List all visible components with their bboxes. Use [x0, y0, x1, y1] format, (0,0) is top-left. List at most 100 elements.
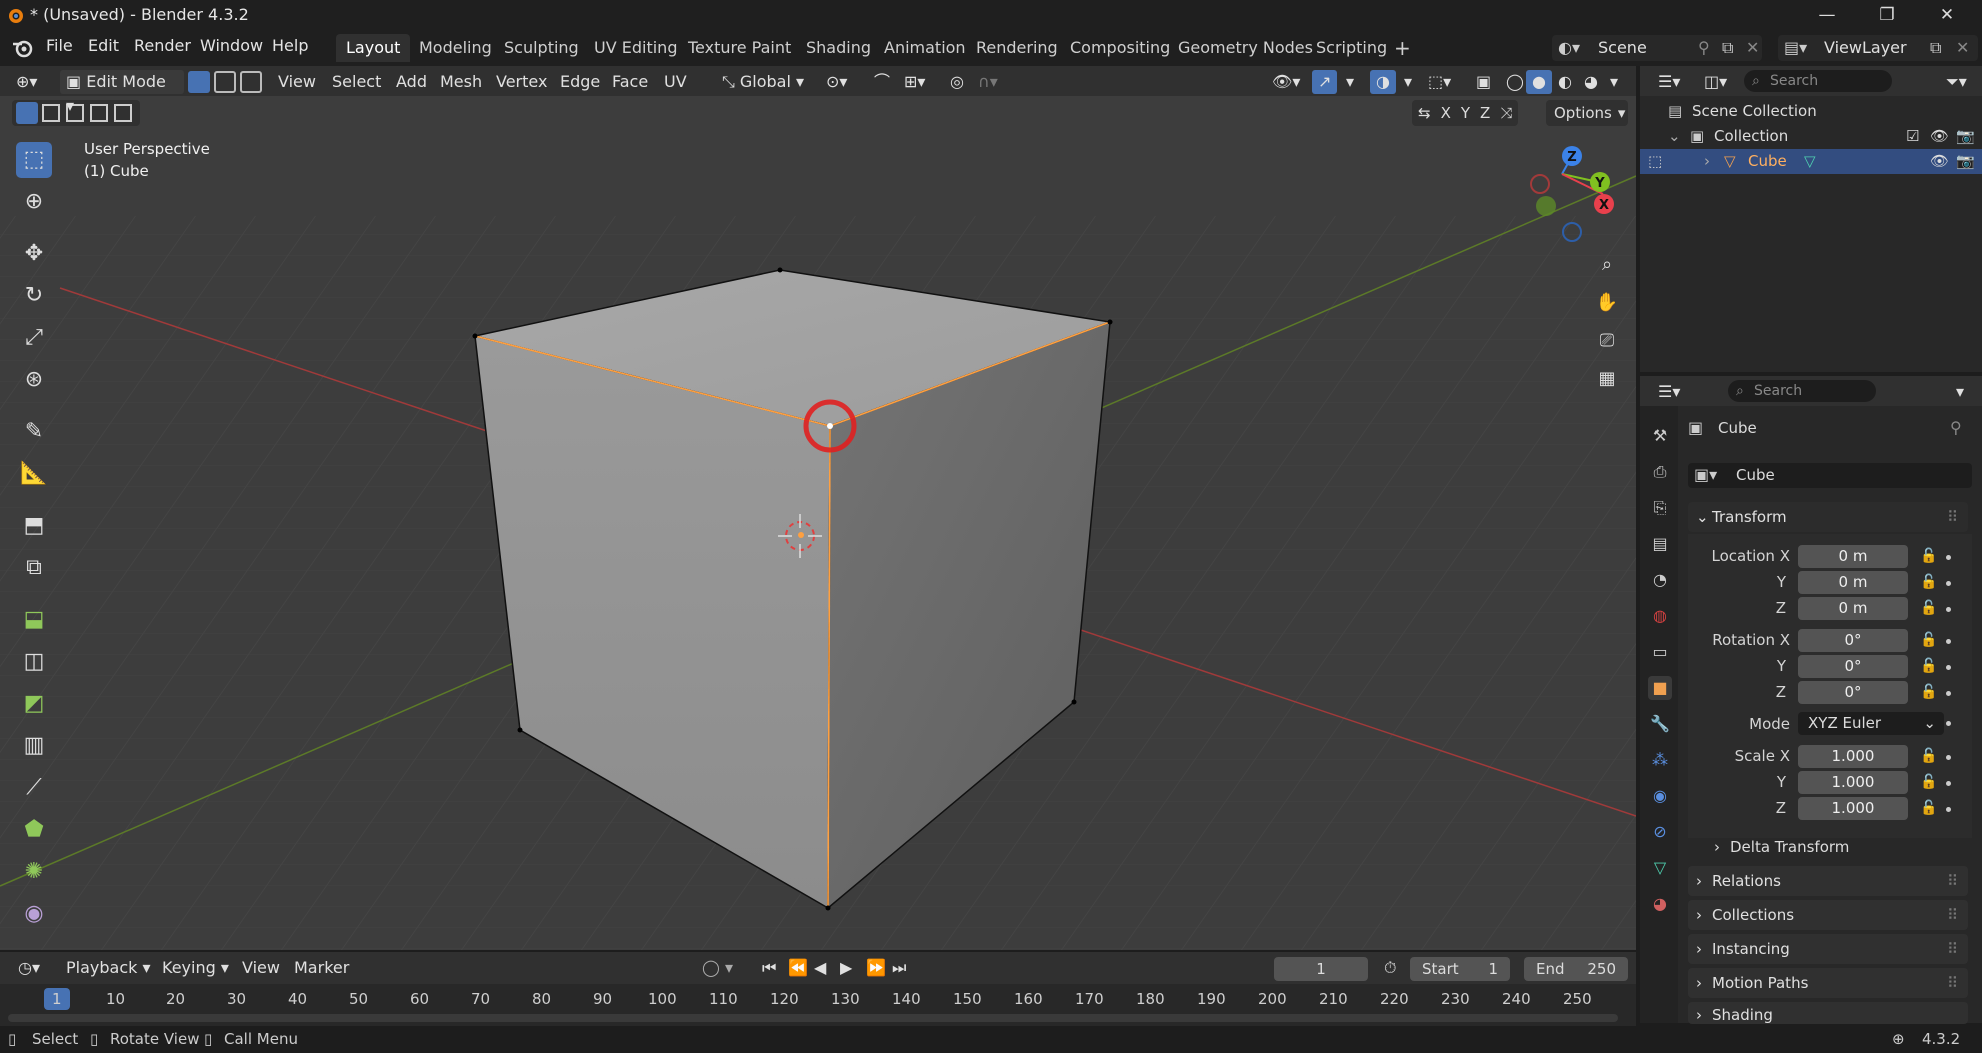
- keyframe-dot-icon[interactable]: [1946, 607, 1951, 612]
- outliner-editor-type-icon[interactable]: ☰▾: [1652, 70, 1686, 94]
- mirror-x-toggle[interactable]: X: [1441, 104, 1451, 122]
- view-layer-tab-icon[interactable]: ▤: [1648, 532, 1672, 556]
- shading-dropdown-icon[interactable]: ▾: [1604, 70, 1624, 94]
- poly-build-tool-icon[interactable]: ⬟: [16, 812, 52, 848]
- collapse-chevron-icon[interactable]: ⌄: [1668, 124, 1681, 149]
- scale-x-field[interactable]: 1.000: [1798, 745, 1908, 768]
- physics-tab-icon[interactable]: ◉: [1648, 784, 1672, 808]
- menu-window[interactable]: Window: [200, 36, 263, 55]
- minimize-button[interactable]: —: [1797, 0, 1857, 30]
- play-icon[interactable]: ▶: [834, 956, 858, 980]
- gizmo-dropdown-icon[interactable]: ▾: [1340, 70, 1360, 94]
- material-shading-icon[interactable]: ◐: [1552, 70, 1578, 94]
- add-workspace-button[interactable]: +: [1384, 34, 1421, 62]
- visibility-icon[interactable]: 👁▾: [1266, 70, 1306, 94]
- start-frame-field[interactable]: Start 1: [1410, 957, 1510, 981]
- modifier-tab-icon[interactable]: 🔧: [1648, 712, 1672, 736]
- add-cube-tool-icon[interactable]: ⬒: [16, 508, 52, 544]
- menu-vertex[interactable]: Vertex: [490, 70, 553, 94]
- playback-menu[interactable]: Playback ▾: [60, 956, 157, 980]
- new-scene-icon[interactable]: ⧉: [1722, 35, 1733, 61]
- collections-panel-header[interactable]: › Collections ⠿: [1688, 900, 1968, 930]
- cursor-tool-icon[interactable]: ⊕: [16, 184, 52, 220]
- inset-tool-icon[interactable]: ◫: [16, 644, 52, 680]
- render-tab-icon[interactable]: ⎙: [1648, 460, 1672, 484]
- lock-location-x-icon[interactable]: 🔓: [1920, 548, 1937, 564]
- menu-help[interactable]: Help: [272, 36, 308, 55]
- scene-selector[interactable]: ◐▾ Scene ⚲ ⧉ ✕: [1552, 35, 1762, 61]
- select-intersect-icon[interactable]: [114, 104, 132, 122]
- spin-tool-icon[interactable]: ✺: [16, 854, 52, 890]
- object-datablock-icon[interactable]: ▣▾: [1694, 465, 1717, 484]
- keyframe-dot-icon[interactable]: [1946, 639, 1951, 644]
- end-frame-field[interactable]: End 250: [1524, 957, 1628, 981]
- zoom-icon[interactable]: ⌕: [1592, 250, 1622, 280]
- mesh-edit-overlay-icon[interactable]: ⬚▾: [1422, 70, 1457, 94]
- menu-edit[interactable]: Edit: [88, 36, 119, 55]
- edge-select-icon[interactable]: [214, 71, 236, 93]
- loop-cut-tool-icon[interactable]: ▥: [16, 728, 52, 764]
- stopwatch-icon[interactable]: ⏱: [1378, 956, 1402, 980]
- expand-chevron-icon[interactable]: ›: [1704, 149, 1710, 174]
- display-mode-icon[interactable]: ◫▾: [1698, 70, 1733, 94]
- lock-rotation-z-icon[interactable]: 🔓: [1920, 684, 1937, 700]
- jump-end-icon[interactable]: ⏭: [886, 956, 912, 980]
- perspective-toggle-icon[interactable]: ▦: [1592, 364, 1622, 394]
- extrude-region-tool-icon[interactable]: ⧉: [16, 550, 52, 586]
- rotate-tool-icon[interactable]: ↻: [16, 278, 52, 314]
- drag-handle-icon[interactable]: ⠿: [1947, 502, 1958, 532]
- overlay-dropdown-icon[interactable]: ▾: [1398, 70, 1418, 94]
- camera-view-icon[interactable]: ⎚: [1592, 326, 1622, 356]
- drag-handle-icon[interactable]: ⠿: [1947, 866, 1958, 896]
- filter-icon[interactable]: ⏷▾: [1940, 70, 1973, 94]
- mode-selector[interactable]: ▣ Edit Mode ▾: [60, 70, 184, 115]
- menu-file[interactable]: File: [46, 36, 73, 55]
- play-reverse-icon[interactable]: ◀: [808, 956, 832, 980]
- delta-transform-subpanel[interactable]: › Delta Transform: [1712, 832, 1849, 862]
- instancing-panel-header[interactable]: › Instancing ⠿: [1688, 934, 1968, 964]
- extrude-tool-icon[interactable]: ⬓: [16, 602, 52, 638]
- location-z-field[interactable]: 0 m: [1798, 597, 1908, 620]
- pin-properties-icon[interactable]: ⚲: [1950, 418, 1962, 437]
- transform-orientation-dropdown[interactable]: ⤡ Global ▾: [716, 70, 810, 94]
- particles-tab-icon[interactable]: ⁂: [1648, 748, 1672, 772]
- output-tab-icon[interactable]: ⎘: [1648, 496, 1672, 520]
- tool-tab-icon[interactable]: ⚒: [1648, 424, 1672, 448]
- tab-shading[interactable]: Shading: [796, 34, 881, 62]
- topology-mirror-icon[interactable]: ⤨: [1500, 104, 1512, 122]
- keyframe-dot-icon[interactable]: [1946, 555, 1951, 560]
- collection-tab-icon[interactable]: ▭: [1648, 640, 1672, 664]
- auto-keying-icon[interactable]: ◯ ▾: [696, 956, 739, 980]
- select-box-tool-icon[interactable]: ⬚: [16, 142, 52, 178]
- rendered-shading-icon[interactable]: ◕: [1578, 70, 1604, 94]
- location-y-field[interactable]: 0 m: [1798, 571, 1908, 594]
- keyframe-dot-icon[interactable]: [1946, 665, 1951, 670]
- pan-hand-icon[interactable]: ✋: [1592, 288, 1622, 318]
- drag-handle-icon[interactable]: ⠿: [1947, 900, 1958, 930]
- measure-tool-icon[interactable]: 📐: [16, 456, 52, 492]
- snap-target-icon[interactable]: ⊞▾: [898, 70, 931, 94]
- menu-render[interactable]: Render: [134, 36, 191, 55]
- outliner-row-scene-collection[interactable]: ▤ Scene Collection: [1640, 99, 1982, 124]
- properties-editor-type-icon[interactable]: ☰▾: [1652, 380, 1686, 404]
- menu-view[interactable]: View: [272, 70, 322, 94]
- editor-type-icon[interactable]: ⊕▾: [10, 70, 43, 94]
- properties-search-input[interactable]: ⌕ Search: [1728, 380, 1876, 402]
- select-invert-icon[interactable]: [90, 104, 108, 122]
- knife-tool-icon[interactable]: ⟋: [16, 770, 52, 806]
- rotation-x-field[interactable]: 0°: [1798, 629, 1908, 652]
- bevel-tool-icon[interactable]: ◩: [16, 686, 52, 722]
- scale-y-field[interactable]: 1.000: [1798, 771, 1908, 794]
- cube-visibility-icon[interactable]: 👁: [1930, 149, 1949, 174]
- scale-tool-icon[interactable]: ⤢: [16, 320, 52, 356]
- relations-panel-header[interactable]: › Relations ⠿: [1688, 866, 1968, 896]
- shading-panel-header[interactable]: › Shading: [1688, 1002, 1968, 1024]
- proportional-edit-icon[interactable]: ◎: [944, 70, 970, 94]
- world-tab-icon[interactable]: ◍: [1648, 604, 1672, 628]
- keying-menu[interactable]: Keying ▾: [156, 956, 235, 980]
- drag-handle-icon[interactable]: ⠿: [1947, 934, 1958, 964]
- tab-uv-editing[interactable]: UV Editing: [584, 34, 687, 62]
- mirror-y-toggle[interactable]: Y: [1461, 104, 1470, 122]
- move-tool-icon[interactable]: ✥: [16, 236, 52, 272]
- new-viewlayer-icon[interactable]: ⧉: [1930, 35, 1941, 61]
